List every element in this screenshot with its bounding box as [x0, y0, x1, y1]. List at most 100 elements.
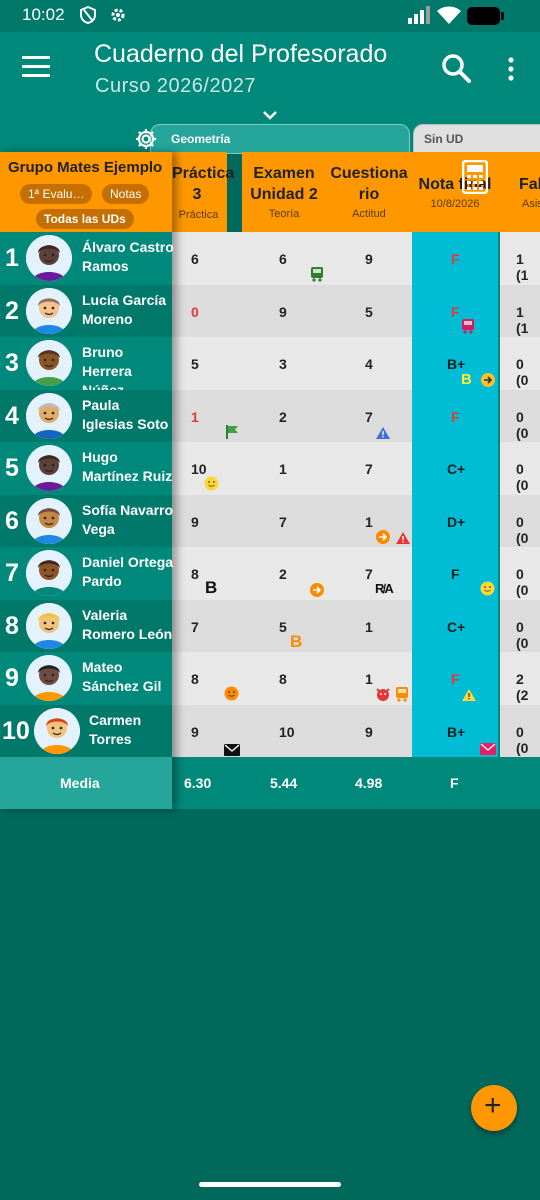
all-units-filter[interactable]: Todas las UDs: [36, 209, 134, 229]
student-number: 5: [5, 454, 19, 482]
student-row[interactable]: 1 Álvaro Castro Ramos: [0, 232, 174, 285]
grade-cell[interactable]: 5: [191, 356, 199, 372]
grade-cell[interactable]: 9: [365, 251, 373, 267]
grade-cell[interactable]: 8: [279, 671, 287, 687]
grade-cell[interactable]: 1: [279, 461, 287, 477]
final-grade-cell[interactable]: B+: [447, 356, 465, 372]
student-name: Álvaro Castro Ramos: [82, 239, 174, 274]
grade-cell[interactable]: 9: [191, 514, 199, 530]
gesture-nav-bar[interactable]: [199, 1182, 341, 1187]
menu-icon[interactable]: [22, 56, 50, 80]
student-name: Sofía Navarro Vega: [82, 501, 174, 537]
absences-cell[interactable]: 0 (0: [516, 356, 540, 388]
grade-cell[interactable]: 1: [365, 514, 373, 530]
grade-cell[interactable]: 9: [279, 304, 287, 320]
student-panel: Grupo Mates Ejemplo 1ª Evalu… Notas Toda…: [0, 152, 174, 809]
grade-cell[interactable]: 2: [279, 409, 287, 425]
student-row[interactable]: 2 Lucía García Moreno: [0, 284, 172, 337]
grade-cell[interactable]: 10: [191, 461, 207, 477]
final-grade-cell[interactable]: F: [451, 566, 460, 582]
student-row[interactable]: 8 Valeria Romero León: [0, 599, 172, 652]
final-grade-cell[interactable]: F: [451, 409, 460, 425]
b-marker: B: [290, 632, 303, 651]
final-grade-cell[interactable]: F: [451, 304, 460, 320]
grade-cell[interactable]: 7: [191, 619, 199, 635]
grade-cell[interactable]: 6: [279, 251, 287, 267]
grade-cell[interactable]: 8: [191, 566, 199, 582]
absences-cell[interactable]: 1 (1: [516, 251, 540, 283]
bus-icon: [461, 318, 475, 338]
final-grade-cell[interactable]: B+: [447, 724, 465, 740]
b-marker: B: [205, 578, 218, 597]
student-row[interactable]: 5 Hugo Martínez Ruiz: [0, 442, 172, 495]
grade-cell[interactable]: 5: [279, 619, 287, 635]
column-header-nota-final[interactable]: Nota final 10/8/2026: [412, 152, 498, 232]
final-grade-cell[interactable]: D+: [447, 514, 465, 530]
add-button[interactable]: +: [471, 1085, 517, 1131]
student-row[interactable]: 6 Sofía Navarro Vega: [0, 494, 174, 547]
grade-cell[interactable]: 1: [191, 409, 199, 425]
grade-cell[interactable]: 10: [279, 724, 295, 740]
grade-cell[interactable]: 3: [279, 356, 287, 372]
column-header-cuestionario[interactable]: Cuestiona rio Actitud: [326, 152, 412, 232]
grade-cell[interactable]: 5: [365, 304, 373, 320]
app-subtitle: Curso 2026/2027: [95, 75, 256, 97]
grade-cell[interactable]: 8: [191, 671, 199, 687]
grade-cell[interactable]: 7: [365, 461, 373, 477]
student-name: Hugo Martínez Ruiz: [82, 449, 173, 484]
absences-cell[interactable]: 2 (2: [516, 671, 540, 703]
grade-cell[interactable]: 7: [279, 514, 287, 530]
grade-cell[interactable]: 9: [365, 724, 373, 740]
grade-cell[interactable]: 6: [191, 251, 199, 267]
column-header-examen-unidad-2[interactable]: Examen Unidad 2 Teoría: [242, 152, 326, 232]
final-grade-cell[interactable]: C+: [447, 461, 465, 477]
grade-cell[interactable]: 1: [365, 671, 373, 687]
grade-cell[interactable]: 7: [365, 566, 373, 582]
absences-cell[interactable]: 1 (1: [516, 304, 540, 336]
evaluation-selector[interactable]: 1ª Evalu…: [20, 184, 93, 204]
student-row[interactable]: 4 Paula Iglesias Soto: [0, 389, 172, 442]
column-header-practica-3[interactable]: Práctica 3 Práctica: [170, 152, 234, 232]
student-name: Mateo Sánchez Gil: [82, 659, 162, 694]
student-row[interactable]: 10 Carmen Torres: [0, 704, 172, 757]
student-row[interactable]: 9 Mateo Sánchez Gil: [0, 652, 172, 705]
more-options-icon[interactable]: [505, 56, 517, 86]
final-grade-cell[interactable]: F: [451, 251, 460, 267]
column-subtitle: Asist: [522, 198, 540, 210]
arrow-circle-icon: [309, 582, 325, 602]
grade-cell[interactable]: 9: [191, 724, 199, 740]
final-grade-cell[interactable]: F: [451, 671, 460, 687]
grade-cell[interactable]: 1: [365, 619, 373, 635]
tab-sin-ud[interactable]: Sin UD: [413, 124, 540, 154]
grade-cell[interactable]: 0: [191, 304, 199, 320]
grade-cell[interactable]: 7: [365, 409, 373, 425]
calculator-icon[interactable]: [461, 159, 489, 198]
group-name[interactable]: Grupo Mates Ejemplo: [8, 159, 162, 176]
column-header-faltas[interactable]: Fal Asist: [498, 152, 540, 232]
absences-cell[interactable]: 0 (0: [516, 461, 540, 493]
average-value: 5.44: [270, 775, 298, 791]
unit-tabs: Geometría Sin UD: [0, 122, 540, 154]
tab-geometria[interactable]: Geometría: [150, 124, 410, 154]
student-row[interactable]: 3Bruno Herrera Núñez: [0, 337, 172, 398]
student-number: 6: [5, 506, 19, 535]
absences-cell[interactable]: 0 (0: [516, 514, 540, 546]
absences-cell[interactable]: 0 (0: [516, 619, 540, 651]
absences-cell[interactable]: 0 (0: [516, 566, 540, 598]
grade-cell[interactable]: 4: [365, 356, 373, 372]
student-row[interactable]: 7 Daniel Ortega Pardo: [0, 547, 173, 600]
gear-icon[interactable]: [134, 127, 158, 155]
search-icon[interactable]: [440, 52, 472, 88]
column-separator: [498, 337, 500, 390]
column-separator: [498, 284, 500, 337]
column-title: Cuestiona rio: [330, 165, 408, 203]
grade-cell[interactable]: 2: [279, 566, 287, 582]
avatar: [26, 655, 72, 701]
warning-icon: [461, 687, 477, 706]
absences-cell[interactable]: 0 (0: [516, 409, 540, 441]
final-grade-cell[interactable]: C+: [447, 619, 465, 635]
absences-cell[interactable]: 0 (0: [516, 724, 540, 756]
notes-button[interactable]: Notas: [102, 184, 150, 204]
smiley-icon: [224, 686, 239, 705]
avatar: [34, 707, 80, 754]
